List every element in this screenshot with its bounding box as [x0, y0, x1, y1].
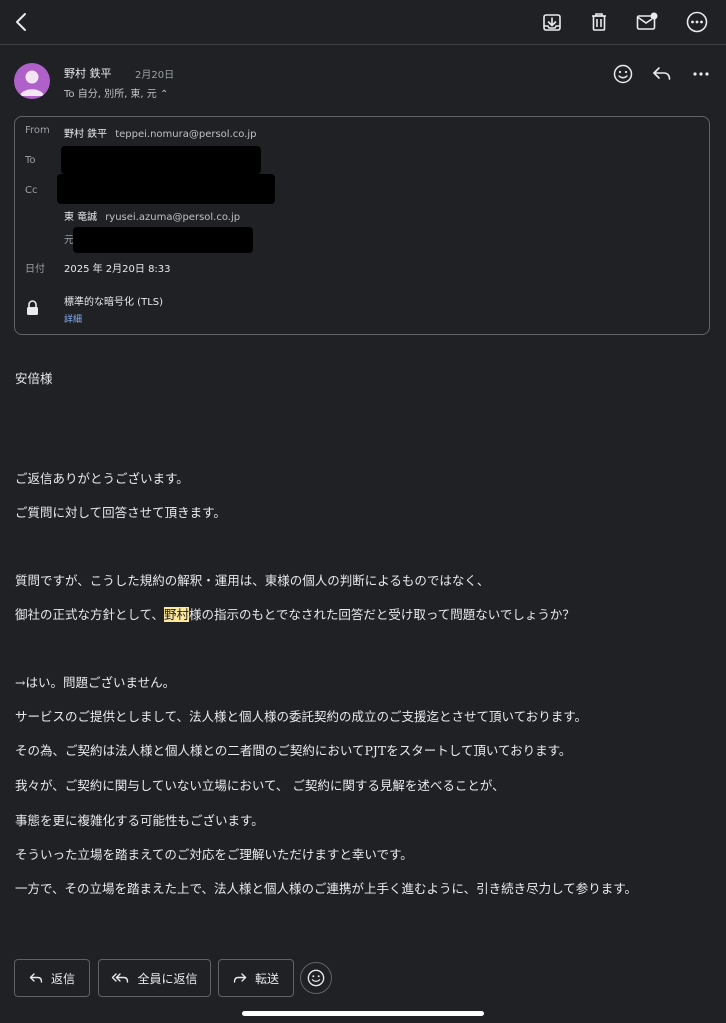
greeting: 安倍様 [15, 371, 53, 386]
mark-unread-icon[interactable] [633, 8, 661, 36]
body-line: 一方で、その立場を踏まえた上で、法人様と個人様のご連携が上手く進むように、引き続… [15, 881, 638, 896]
lock-icon [26, 300, 39, 318]
recipients-summary[interactable]: To 自分, 別所, 東, 元 ⌃ [64, 85, 168, 100]
redacted-cc-extra [73, 227, 253, 253]
body-line: 御社の正式な方針として、野村様の指示のもとでなされた回答だと受け取って問題ないで… [15, 604, 575, 623]
cc-email[interactable]: ryusei.azuma@persol.co.jp [105, 212, 240, 223]
reply-label: 返信 [50, 971, 75, 986]
home-indicator[interactable] [242, 1011, 484, 1016]
emoji-react-icon[interactable] [612, 63, 634, 85]
reply-button[interactable]: 返信 [14, 959, 90, 997]
body-line-part: 様の指示のもとでなされた回答だと受け取って問題ないでしょうか？ [189, 607, 575, 622]
forward-button[interactable]: 転送 [218, 959, 294, 997]
details-link[interactable]: 詳細 [64, 312, 82, 325]
more-options-icon[interactable] [683, 8, 711, 36]
body-line: 我々が、ご契約に関与していない立場において、 ご契約に関する見解を述べることが、 [15, 778, 505, 793]
body-line: その為、ご契約は法人様と個人様との二者間のご契約においてPJTをスタートして頂い… [15, 743, 572, 758]
date-label: 日付 [25, 264, 45, 275]
avatar[interactable] [14, 63, 50, 99]
body-line: ご返信ありがとうございます。 [15, 471, 189, 486]
reply-all-icon [112, 973, 129, 983]
from-label: From [25, 125, 50, 136]
sender-date: 2月20日 [135, 70, 175, 81]
archive-icon[interactable] [538, 8, 566, 36]
body-line-part: 御社の正式な方針として、 [15, 607, 165, 622]
search-highlight: 野村 [164, 607, 190, 622]
body-line: そういった立場を踏まえてのご対応をご理解いただけますと幸いです。 [15, 847, 413, 862]
cc-label: Cc [25, 185, 38, 196]
to-label: To [25, 155, 36, 166]
body-line: 質問ですが、こうした規約の解釈・運用は、東様の個人の判断によるものではなく、 [15, 573, 490, 588]
from-name: 野村 鉄平 [64, 129, 108, 140]
body-line: 事態を更に複雑化する可能性もございます。 [15, 813, 264, 828]
body-line: →はい。問題ございません。 [15, 675, 176, 690]
forward-label: 転送 [254, 971, 279, 986]
body-line: ご質問に対して回答させて頂きます。 [15, 505, 226, 520]
reply-icon[interactable] [651, 63, 673, 85]
reply-all-button[interactable]: 全員に返信 [98, 959, 211, 997]
reply-icon [29, 973, 43, 983]
top-toolbar [0, 0, 726, 45]
redacted-recipient [61, 146, 261, 174]
sender-name[interactable]: 野村 鉄平 [64, 65, 112, 81]
person-icon [20, 70, 44, 96]
date-value: 2025 年 2月20日 8:33 [64, 264, 171, 275]
back-icon[interactable] [8, 8, 36, 36]
from-value: 野村 鉄平 teppei.nomura@persol.co.jp [64, 125, 256, 140]
cc-name: 東 竜誠 [64, 212, 98, 223]
forward-icon [233, 973, 247, 983]
from-email[interactable]: teppei.nomura@persol.co.jp [115, 129, 256, 140]
emoji-reaction-button[interactable] [300, 962, 332, 994]
trash-icon[interactable] [585, 8, 613, 36]
sender-header: 野村 鉄平 2月20日 To 自分, 別所, 東, 元 ⌃ [14, 63, 714, 103]
redacted-cc [57, 174, 275, 204]
emoji-icon [307, 969, 325, 987]
cc-value: 東 竜誠 ryusei.azuma@persol.co.jp [64, 208, 240, 223]
message-details: From 野村 鉄平 teppei.nomura@persol.co.jp To … [14, 116, 710, 335]
encryption-status: 標準的な暗号化 (TLS) [64, 297, 164, 308]
body-line: サービスのご提供としまして、法人様と個人様の委託契約の成立のご支援迄とさせて頂い… [15, 709, 588, 724]
more-icon[interactable] [690, 63, 712, 85]
reply-all-label: 全員に返信 [137, 971, 198, 986]
